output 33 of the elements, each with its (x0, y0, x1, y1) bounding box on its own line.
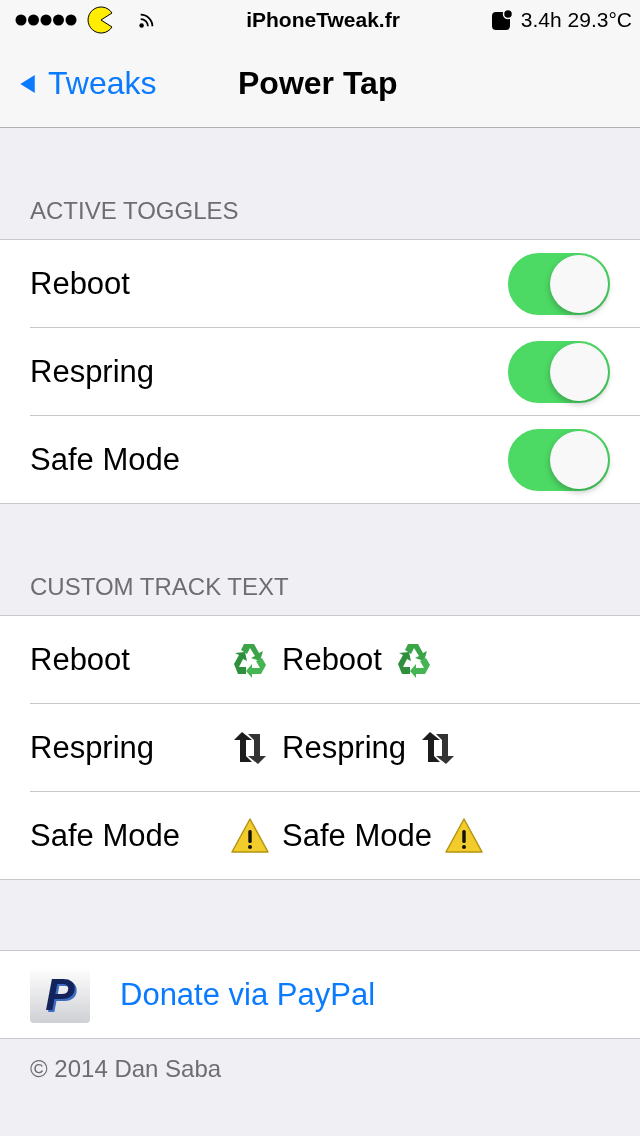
settings-row[interactable]: Safe Mode Safe Mode (0, 792, 640, 879)
section-header: ACTIVE TOGGLES (30, 197, 239, 225)
notification-square-icon (490, 9, 513, 31)
rss-icon (138, 11, 156, 29)
toggle-switch[interactable] (508, 252, 610, 315)
row-label: Safe Mode (30, 441, 181, 478)
donate-link: Donate via PayPal (120, 976, 376, 1013)
toggle-switch[interactable] (508, 428, 610, 491)
settings-row[interactable]: Safe Mode (0, 416, 640, 503)
row-label: Respring (30, 353, 156, 390)
settings-row[interactable]: Respring (0, 328, 640, 415)
donate-row[interactable]: P Donate via PayPal (0, 951, 640, 1038)
track-text: Respring (282, 729, 407, 766)
battery-text: 3.4h 29.3°C (520, 8, 632, 32)
track-text: Safe Mode (282, 817, 432, 854)
warning-icon (443, 815, 484, 856)
back-button[interactable]: Tweaks (0, 65, 157, 102)
row-label: Safe Mode (30, 817, 181, 854)
warning-icon (230, 815, 270, 856)
back-arrow-icon (18, 73, 36, 94)
copyright-text: © 2014 Dan Saba (30, 1055, 222, 1082)
toggle-switch[interactable] (508, 340, 610, 403)
nav-title: Power Tap (238, 65, 398, 102)
row-label: Reboot (30, 265, 131, 302)
settings-row[interactable]: Reboot (0, 240, 640, 327)
row-label: Respring (30, 729, 156, 766)
row-label: Reboot (30, 641, 131, 678)
carrier-name: iPhoneTweak.fr (246, 8, 400, 32)
signal-dots-icon (14, 13, 78, 27)
track-text: Reboot (282, 641, 382, 678)
section-header: CUSTOM TRACK TEXT (30, 573, 289, 601)
settings-row[interactable]: Respring Respring (0, 704, 640, 791)
settings-row[interactable]: Reboot Reboot (0, 616, 640, 703)
